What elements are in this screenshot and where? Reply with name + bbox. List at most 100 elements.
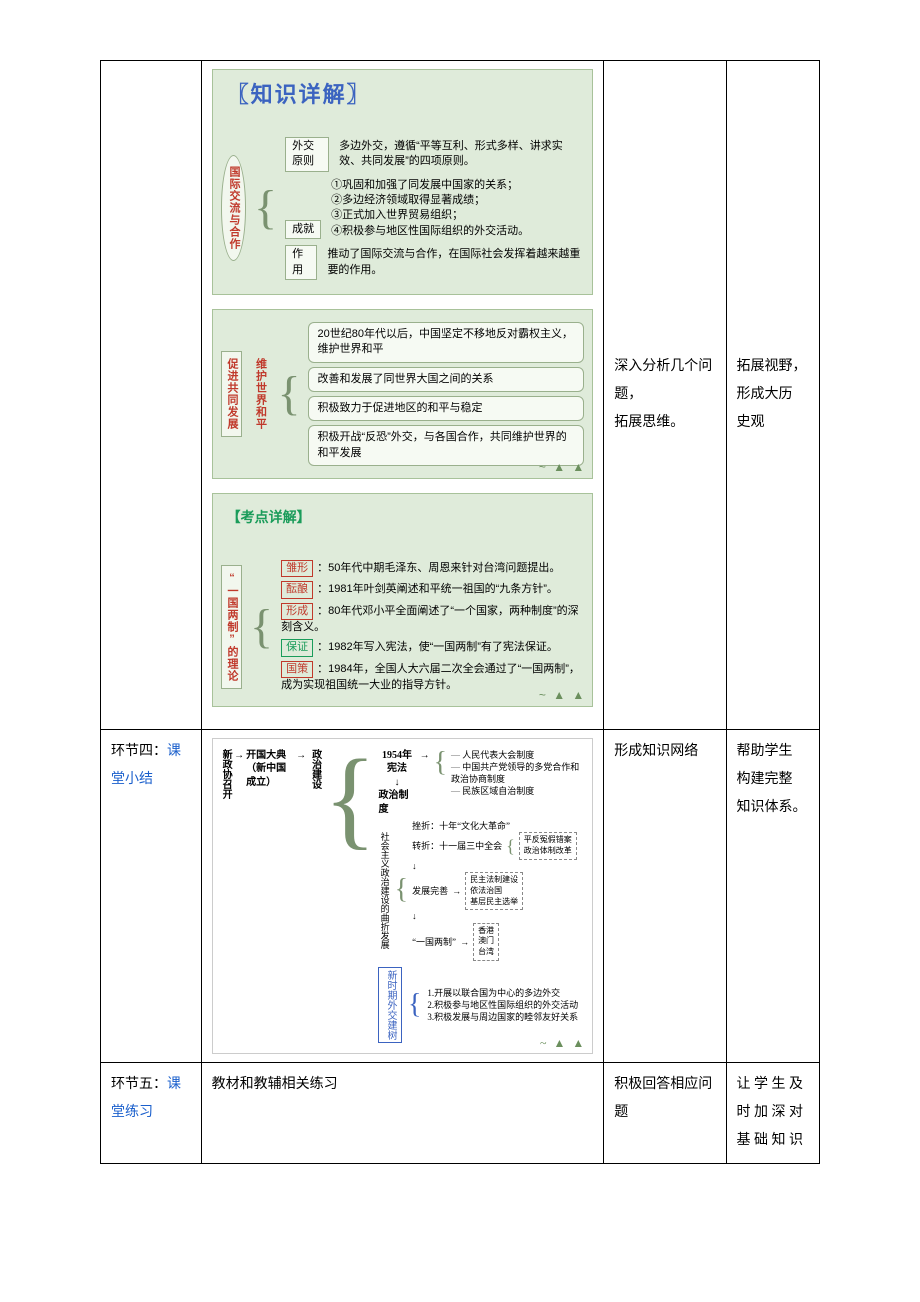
text: 帮助学生 bbox=[737, 738, 809, 766]
slide-world-peace: 促进共同发展 维护世界和平 { 20世纪80年代以后，中国坚定不移地反对霸权主义… bbox=[212, 309, 594, 479]
text: 课 bbox=[167, 1077, 181, 1092]
brace-icon: { bbox=[324, 749, 377, 848]
tag-principle: 外交原则 bbox=[285, 137, 329, 172]
slide-footer-marks: ~ ▲ ▲ bbox=[539, 459, 586, 476]
cell-purpose: 拓展视野， 形成大历 史观 bbox=[726, 61, 819, 730]
text: 香港 bbox=[478, 926, 494, 935]
text: “一国两制” bbox=[412, 936, 456, 948]
text: ：1981年叶剑英阐述和平统一祖国的“九条方针”。 bbox=[317, 583, 558, 595]
text: 积极回答相应问题 bbox=[614, 1071, 715, 1127]
text: 依法治国 bbox=[470, 886, 502, 895]
text: 社会主义政治建设的曲折发展 bbox=[378, 832, 390, 949]
cell-content: 教材和教辅相关练习 bbox=[201, 1062, 604, 1163]
tag: 国策 bbox=[281, 661, 313, 678]
text: 形成大历 bbox=[737, 381, 809, 409]
table-row: 环节五：课 堂练习 教材和教辅相关练习 积极回答相应问题 让 学 生 及 时 加… bbox=[101, 1062, 820, 1163]
text: 2.积极参与地区性国际组织的外交活动 bbox=[427, 999, 578, 1011]
tag-achievement: 成就 bbox=[285, 220, 321, 239]
text: ：50年代中期毛泽东、周恩来针对台湾问题提出。 bbox=[317, 562, 560, 574]
text: 政治制度 bbox=[378, 789, 415, 816]
text: 开国大典（新中国成立） bbox=[246, 749, 294, 790]
brace-icon: { bbox=[254, 184, 277, 232]
brace-icon: { bbox=[277, 370, 300, 418]
text: 拓展视野， bbox=[737, 353, 809, 381]
text: 台湾 bbox=[478, 947, 494, 956]
cell-stage-name: 环节五：课 堂练习 bbox=[101, 1062, 202, 1163]
text: 推动了国际交流与合作，在国际社会发挥着越来越重要的作用。 bbox=[327, 247, 584, 278]
table-row: 〖知识详解〗 国际交流与合作 { 外交原则 多边外交，遵循“平等互利、形式多样、… bbox=[101, 61, 820, 730]
text: 史观 bbox=[737, 409, 809, 437]
tag: 形成 bbox=[281, 603, 313, 620]
text: 民族区域自治制度 bbox=[451, 785, 586, 797]
text: 政治建设 bbox=[308, 749, 322, 789]
tag: 酝酿 bbox=[281, 581, 313, 598]
pill-item: 20世纪80年代以后，中国坚定不移地反对霸权主义，维护世界和平 bbox=[308, 322, 584, 363]
text: 3.积极发展与周边国家的睦邻友好关系 bbox=[427, 1011, 578, 1023]
brace-icon: { bbox=[408, 991, 421, 1019]
text: 发展完善 bbox=[412, 885, 448, 897]
text: 人民代表大会制度 bbox=[451, 749, 586, 761]
cell-stage-name: 环节四：课 堂小结 bbox=[101, 729, 202, 1062]
slide-summary-map: 新政协召开 → 开国大典（新中国成立） → 政治建设 { 1954年宪法 ↓ 政… bbox=[212, 738, 594, 1054]
text: ②多边经济领域取得显著成绩； bbox=[331, 193, 529, 208]
brace-icon: { bbox=[434, 749, 447, 777]
text: 新时期外交建树 bbox=[378, 967, 402, 1043]
text: ④积极参与地区性国际组织的外交活动。 bbox=[331, 224, 529, 239]
text: 课 bbox=[167, 744, 181, 759]
vlabel: “一国两制”的理论 bbox=[221, 565, 242, 689]
bubble-label: 国际交流与合作 bbox=[221, 155, 246, 261]
text: 基层民主选举 bbox=[470, 897, 518, 906]
text: 时 加 深 对 bbox=[737, 1099, 809, 1127]
pill-item: 改善和发展了同世界大国之间的关系 bbox=[308, 367, 584, 392]
slide-footer-marks: ~ ▲ ▲ bbox=[540, 1035, 586, 1051]
text: 知识体系。 bbox=[737, 794, 809, 822]
text: 民主法制建设 bbox=[470, 875, 518, 884]
text: 环节四： bbox=[111, 744, 167, 759]
text: ：80年代邓小平全面阐述了“一个国家，两种制度”的深刻含义。 bbox=[281, 605, 579, 633]
text: 转折：十一届三中全会 bbox=[412, 840, 502, 852]
cell-content: 〖知识详解〗 国际交流与合作 { 外交原则 多边外交，遵循“平等互利、形式多样、… bbox=[201, 61, 604, 730]
text: 堂练习 bbox=[111, 1105, 153, 1120]
text: ：1982年写入宪法，使“一国两制”有了宪法保证。 bbox=[317, 641, 558, 653]
text: ③正式加入世界贸易组织； bbox=[331, 208, 529, 223]
slide-knowledge-detail: 〖知识详解〗 国际交流与合作 { 外交原则 多边外交，遵循“平等互利、形式多样、… bbox=[212, 69, 594, 295]
cell-activity: 深入分析几个问题， 拓展思维。 bbox=[604, 61, 726, 730]
text: ：1984年，全国人大六届二次全会通过了“一国两制”，成为实现祖国统一大业的指导… bbox=[281, 663, 580, 691]
tag: 保证 bbox=[281, 639, 313, 656]
text: 多边外交，遵循“平等互利、形式多样、讲求实效、共同发展”的四项原则。 bbox=[339, 139, 584, 170]
cell-purpose: 让 学 生 及 时 加 深 对 基 础 知 识 bbox=[726, 1062, 819, 1163]
text: 1.开展以联合国为中心的多边外交 bbox=[427, 988, 560, 998]
lesson-plan-table: 〖知识详解〗 国际交流与合作 { 外交原则 多边外交，遵循“平等互利、形式多样、… bbox=[100, 60, 820, 1164]
text: 澳门 bbox=[478, 936, 494, 945]
text: ①巩固和加强了同发展中国家的关系； bbox=[331, 178, 529, 193]
text: 教材和教辅相关练习 bbox=[212, 1071, 594, 1099]
cell-stage-name bbox=[101, 61, 202, 730]
cell-activity: 积极回答相应问题 bbox=[604, 1062, 726, 1163]
brace-icon: { bbox=[506, 837, 515, 855]
text: 环节五： bbox=[111, 1077, 167, 1092]
table-row: 环节四：课 堂小结 新政协召开 → 开国大典（新中国成立） → 政治建设 { 1… bbox=[101, 729, 820, 1062]
brace-icon: { bbox=[395, 876, 408, 904]
text: 堂小结 bbox=[111, 772, 153, 787]
vlabel: 维护世界和平 bbox=[250, 352, 269, 436]
tag: 雏形 bbox=[281, 560, 313, 577]
text: 中国共产党领导的多党合作和政治协商制度 bbox=[451, 761, 586, 785]
text: 构建完整 bbox=[737, 766, 809, 794]
text: 平反冤假错案 bbox=[524, 835, 572, 844]
text: 深入分析几个问题， bbox=[614, 353, 715, 409]
slide-title: 【考点详解】 bbox=[227, 508, 585, 528]
text: 基 础 知 识 bbox=[737, 1127, 809, 1155]
text: 挫折：十年“文化大革命” bbox=[412, 820, 577, 832]
text: 新政协召开 bbox=[219, 749, 233, 799]
vlabel: 促进共同发展 bbox=[221, 351, 242, 437]
slide-exam-points: 【考点详解】 “一国两制”的理论 { 雏形：50年代中期毛泽东、周恩来针对台湾问… bbox=[212, 493, 594, 706]
text: 让 学 生 及 bbox=[737, 1071, 809, 1099]
text: 拓展思维。 bbox=[614, 409, 715, 437]
pill-item: 积极致力于促进地区的和平与稳定 bbox=[308, 396, 584, 421]
cell-activity: 形成知识网络 bbox=[604, 729, 726, 1062]
tag-role: 作用 bbox=[285, 245, 317, 280]
cell-purpose: 帮助学生 构建完整 知识体系。 bbox=[726, 729, 819, 1062]
text: 形成知识网络 bbox=[614, 738, 715, 766]
slide-footer-marks: ~ ▲ ▲ bbox=[539, 687, 586, 704]
cell-content: 新政协召开 → 开国大典（新中国成立） → 政治建设 { 1954年宪法 ↓ 政… bbox=[201, 729, 604, 1062]
